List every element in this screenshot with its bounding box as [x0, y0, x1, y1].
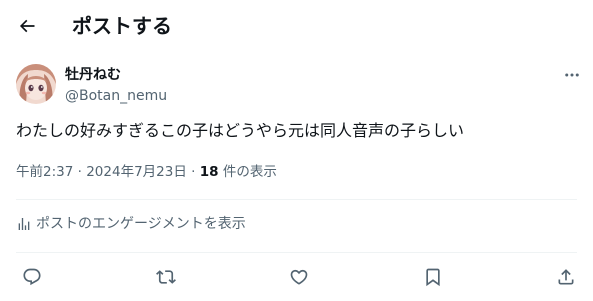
- divider: [16, 252, 577, 253]
- arrow-left-icon: [19, 19, 35, 33]
- bookmark-button[interactable]: [421, 265, 445, 289]
- share-button[interactable]: [554, 265, 578, 289]
- view-engagements-link[interactable]: ポストのエンゲージメントを表示: [16, 214, 246, 234]
- reply-icon: [23, 268, 41, 286]
- top-bar: ポストする: [0, 0, 593, 53]
- anime-girl-avatar-icon: [16, 64, 56, 104]
- post-meta: 午前2:37 · 2024年7月23日 · 18 件の表示: [16, 163, 277, 181]
- bar-chart-icon: [18, 218, 30, 230]
- more-horizontal-icon: [565, 73, 579, 77]
- post-time[interactable]: 午前2:37: [16, 164, 73, 180]
- meta-separator: ·: [77, 164, 82, 180]
- author-display-name[interactable]: 牡丹ねむ: [65, 66, 121, 84]
- back-button[interactable]: [10, 9, 44, 43]
- author-handle[interactable]: @Botan_nemu: [65, 87, 167, 105]
- repost-icon: [156, 270, 176, 284]
- bookmark-icon: [426, 268, 440, 287]
- reply-button[interactable]: [20, 265, 44, 289]
- views-count: 18: [199, 164, 219, 180]
- repost-button[interactable]: [154, 265, 178, 289]
- action-bar: [0, 262, 593, 292]
- page-title: ポストする: [72, 14, 172, 38]
- divider: [16, 199, 577, 200]
- post-text: わたしの好みすぎるこの子はどうやら元は同人音声の子らしい: [16, 121, 465, 140]
- heart-icon: [290, 269, 308, 285]
- meta-separator: ·: [191, 164, 196, 180]
- post-date[interactable]: 2024年7月23日: [86, 164, 187, 180]
- more-options-button[interactable]: [560, 66, 584, 84]
- like-button[interactable]: [287, 265, 311, 289]
- avatar[interactable]: [16, 64, 56, 104]
- views-label: 件の表示: [222, 164, 277, 180]
- share-icon: [558, 269, 574, 285]
- view-engagements-label: ポストのエンゲージメントを表示: [36, 216, 246, 232]
